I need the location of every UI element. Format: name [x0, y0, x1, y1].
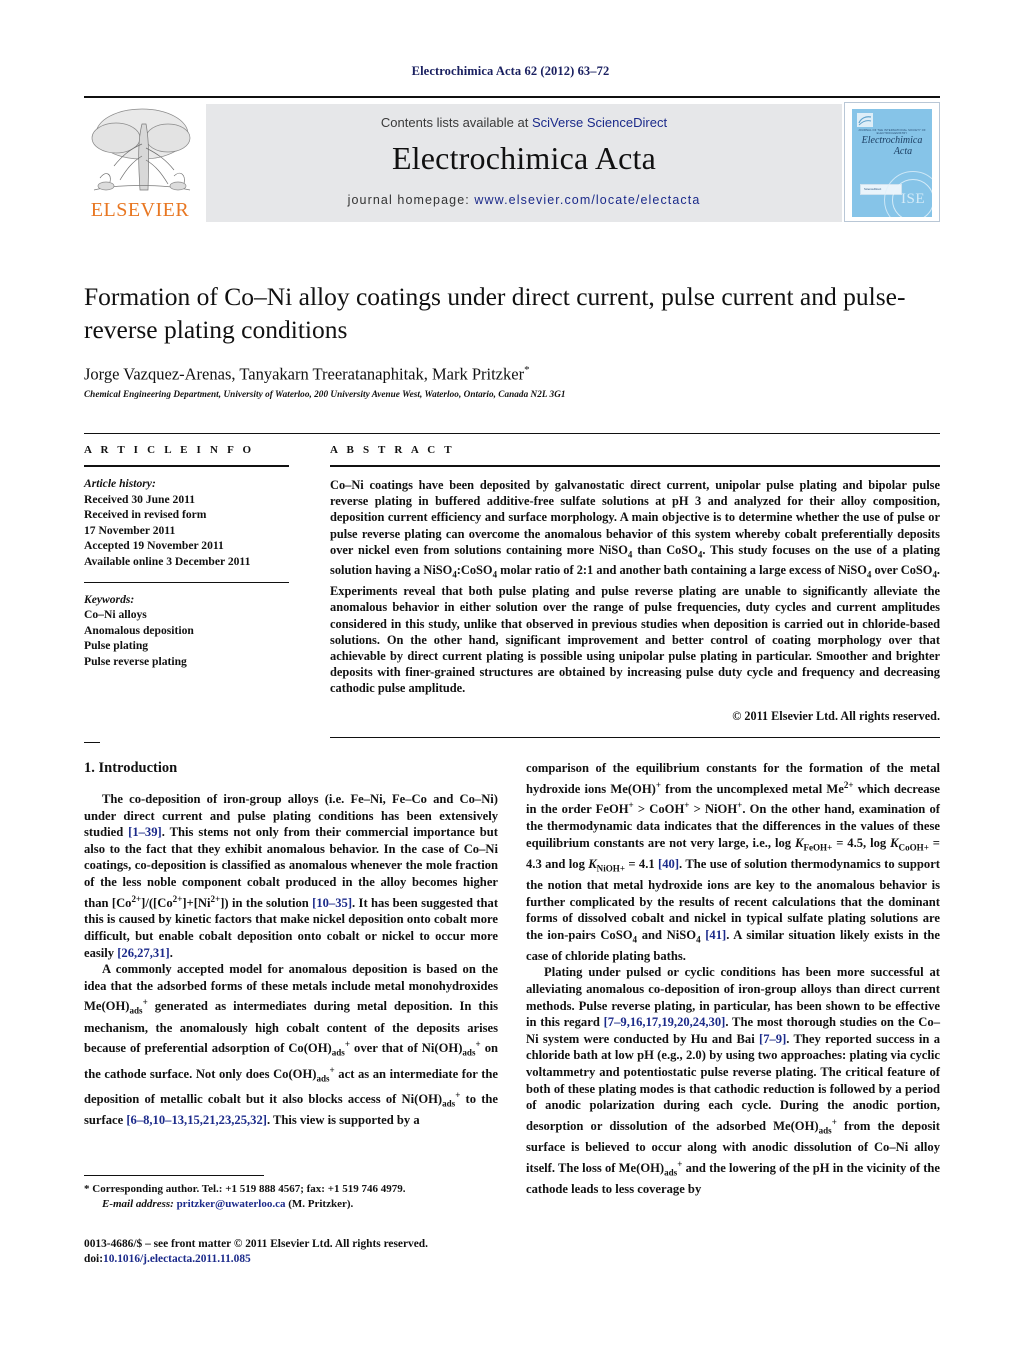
cover-seal-label: ISE	[901, 191, 925, 207]
page-title: Formation of Co–Ni alloy coatings under …	[84, 282, 906, 344]
body-column-right: comparison of the equilibrium constants …	[526, 760, 940, 1198]
history-item-1: Received in revised form	[84, 508, 207, 522]
affiliation: Chemical Engineering Department, Univers…	[84, 389, 566, 399]
citation-link[interactable]: [10–35]	[312, 896, 352, 910]
history-item-3: Accepted 19 November 2011	[84, 539, 224, 553]
footnote-block: * Corresponding author. Tel.: +1 519 888…	[84, 1182, 514, 1211]
journal-cover-thumbnail[interactable]: JOURNAL OF THE INTERNATIONAL SOCIETY OF …	[844, 102, 940, 222]
article-history: Article history: Received 30 June 2011 R…	[84, 476, 289, 570]
paragraph: comparison of the equilibrium constants …	[526, 761, 941, 963]
cover-title-line1: Electrochimica	[861, 135, 923, 146]
cover-title-line2: Acta	[893, 146, 913, 157]
paragraph: The co-deposition of iron-group alloys (…	[84, 792, 499, 960]
paper-page: Electrochimica Acta 62 (2012) 63–72 ELSE…	[0, 0, 1021, 1351]
citation-link[interactable]: [7–9]	[759, 1032, 786, 1046]
doi-prefix: doi:	[84, 1253, 103, 1265]
keyword-3: Pulse reverse plating	[84, 654, 187, 668]
citation-link[interactable]: [41]	[705, 928, 726, 942]
contents-available-line: Contents lists available at SciVerse Sci…	[206, 104, 842, 130]
cover-journal-title: Electrochimica Acta	[852, 135, 932, 157]
journal-homepage-link[interactable]: www.elsevier.com/locate/electacta	[474, 193, 700, 207]
issn-copyright-line: 0013-4686/$ – see front matter © 2011 El…	[84, 1238, 428, 1250]
author-names: Jorge Vazquez-Arenas, Tanyakarn Treerata…	[84, 364, 525, 384]
abstract-text: Co–Ni coatings have been deposited by ga…	[330, 478, 940, 696]
journal-homepage-line: journal homepage: www.elsevier.com/locat…	[206, 193, 842, 207]
citation-link[interactable]: [1–39]	[128, 825, 162, 839]
corresponding-author-marker: *	[524, 364, 530, 376]
history-item-4: Available online 3 December 2011	[84, 554, 251, 568]
journal-masthead: ELSEVIER Contents lists available at Sci…	[84, 96, 940, 222]
doi-link[interactable]: 10.1016/j.electacta.2011.11.085	[103, 1253, 251, 1265]
keyword-1: Anomalous deposition	[84, 623, 194, 637]
homepage-prefix: journal homepage:	[347, 193, 475, 207]
citation-link[interactable]: [26,27,31]	[117, 946, 169, 960]
abstract-bottom-rule	[330, 736, 940, 738]
email-owner: (M. Pritzker).	[288, 1197, 354, 1210]
contents-prefix: Contents lists available at	[380, 115, 532, 130]
article-history-label: Article history:	[84, 477, 156, 490]
author-list: Jorge Vazquez-Arenas, Tanyakarn Treerata…	[84, 364, 934, 385]
history-item-2: 17 November 2011	[84, 523, 176, 537]
abstract-heading: A B S T R A C T	[330, 444, 455, 456]
email-note: E-mail address: pritzker@uwaterloo.ca (M…	[84, 1197, 514, 1212]
citation-link[interactable]: [7–9,16,17,19,20,24,30]	[604, 1015, 726, 1029]
section-heading-introduction: 1. Introduction	[84, 760, 178, 776]
article-info-bottom-rule	[84, 742, 100, 743]
history-item-0: Received 30 June 2011	[84, 492, 196, 506]
article-info-column: A R T I C L E I N F O Article history: R…	[84, 444, 289, 670]
journal-title: Electrochimica Acta	[391, 140, 657, 176]
keywords-block: Keywords: Co–Ni alloys Anomalous deposit…	[84, 592, 289, 670]
keywords-label: Keywords:	[84, 592, 135, 606]
sciencedirect-link[interactable]: SciVerse ScienceDirect	[532, 115, 667, 130]
citation-link[interactable]: [40]	[658, 857, 679, 871]
paragraph: Plating under pulsed or cyclic condition…	[526, 965, 940, 1196]
abstract-rule	[330, 465, 940, 467]
running-head: Electrochimica Acta 62 (2012) 63–72	[411, 64, 610, 78]
email-link[interactable]: pritzker@uwaterloo.ca	[177, 1198, 286, 1210]
elsevier-logo: ELSEVIER	[86, 104, 194, 222]
masthead-banner: Contents lists available at SciVerse Sci…	[206, 104, 842, 222]
elsevier-tree-icon	[91, 108, 191, 191]
cover-elsevier-icon	[857, 113, 873, 127]
corresponding-author-note: * Corresponding author. Tel.: +1 519 888…	[84, 1183, 406, 1195]
keywords-rule	[84, 581, 289, 583]
cover-ise-seal-icon: ISE	[884, 171, 932, 217]
keyword-2: Pulse plating	[84, 639, 149, 653]
footnote-rule	[84, 1175, 264, 1176]
intro-paragraphs-left: The co-deposition of iron-group alloys (…	[84, 791, 498, 1129]
abstract-copyright: © 2011 Elsevier Ltd. All rights reserved…	[732, 708, 940, 723]
article-info-heading: A R T I C L E I N F O	[84, 444, 255, 456]
keyword-0: Co–Ni alloys	[84, 608, 147, 622]
citation-link[interactable]: [6–8,10–13,15,21,23,25,32]	[126, 1113, 267, 1127]
body-column-left: 1. Introduction The co-deposition of iro…	[84, 760, 498, 1129]
article-info-rule	[84, 465, 289, 467]
elsevier-wordmark: ELSEVIER	[90, 199, 190, 221]
paragraph: A commonly accepted model for anomalous …	[84, 962, 499, 1128]
imprint-block: 0013-4686/$ – see front matter © 2011 El…	[84, 1237, 514, 1267]
info-abstract-top-rule	[84, 433, 940, 434]
abstract-column: A B S T R A C T Co–Ni coatings have been…	[330, 444, 940, 738]
intro-paragraphs-right: comparison of the equilibrium constants …	[526, 760, 940, 1198]
email-label: E-mail address:	[102, 1197, 174, 1210]
